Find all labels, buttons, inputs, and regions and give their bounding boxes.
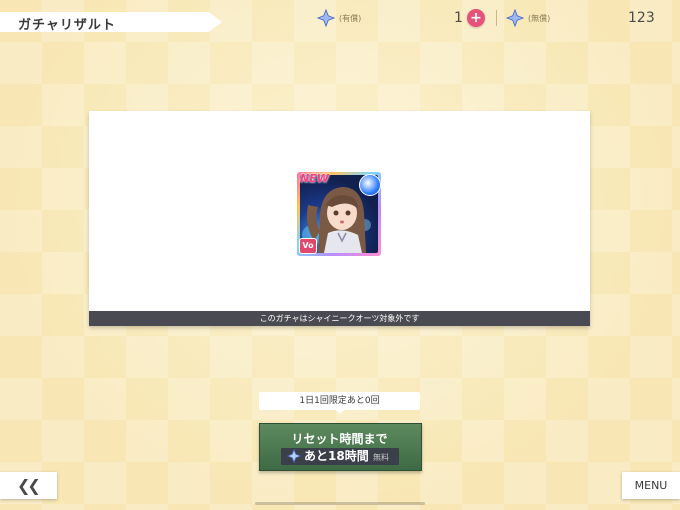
free-gem-icon bbox=[506, 9, 524, 27]
page-title: ガチャリザルト bbox=[18, 18, 116, 33]
paid-gem-icon bbox=[317, 9, 335, 27]
home-indicator bbox=[255, 502, 425, 505]
currency-divider bbox=[496, 10, 497, 26]
attribute-badge: Vo bbox=[299, 238, 317, 254]
menu-label: MENU bbox=[634, 479, 668, 492]
reset-free-label: 無料 bbox=[373, 453, 389, 462]
gem-icon bbox=[287, 449, 301, 463]
daily-limit-text: 1日1回限定あと0回 bbox=[299, 396, 380, 406]
moon-icon bbox=[359, 174, 381, 196]
new-label: NEW bbox=[300, 172, 329, 185]
panel-footer-note: このガチャはシャイニークオーツ対象外です bbox=[259, 314, 420, 323]
add-gems-button[interactable]: + bbox=[467, 9, 485, 27]
paid-gems-label: (有償) bbox=[339, 14, 362, 23]
reset-timer-title: リセット時間まで bbox=[291, 432, 388, 446]
paid-gems-value: 1 bbox=[454, 10, 463, 26]
free-gems-label: (無償) bbox=[528, 14, 551, 23]
double-chevron-left-icon: ❮❮ bbox=[17, 476, 41, 495]
reset-remaining-time: あと18時間 bbox=[304, 449, 369, 463]
free-gems-value: 123 bbox=[628, 10, 655, 26]
